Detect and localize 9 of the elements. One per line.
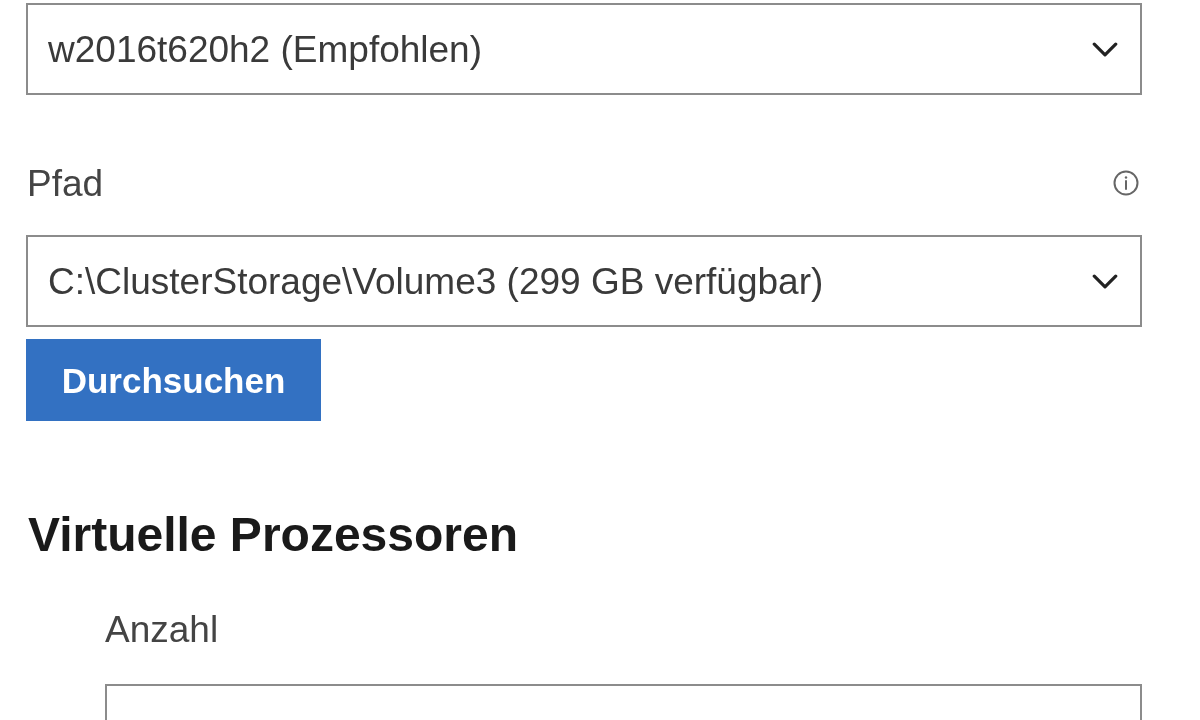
info-icon[interactable] [1113,170,1139,196]
chevron-down-icon [1092,41,1118,57]
path-label: Pfad [27,164,104,202]
chevron-down-icon [1092,273,1118,289]
path-select[interactable]: C:\ClusterStorage\Volume3 (299 GB verfügbar) [26,235,1142,327]
section-heading: Virtuelle Prozessoren [28,511,518,559]
count-label: Anzahl [105,611,219,648]
machine-select[interactable]: w2016t620h2 (Empfohlen) [26,3,1142,95]
browse-button[interactable]: Durchsuchen [26,339,321,421]
